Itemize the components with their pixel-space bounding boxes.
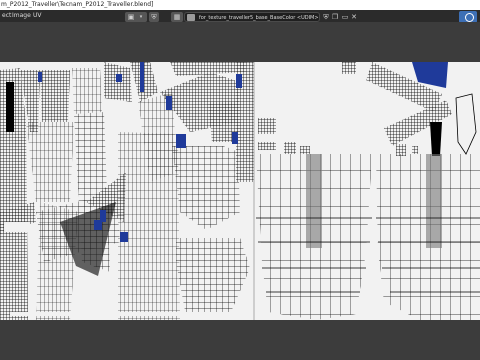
menu-item-select[interactable]: ect <box>2 10 11 22</box>
uv-editor-canvas[interactable] <box>0 62 480 320</box>
uv-map <box>0 62 480 320</box>
gizmo-icon <box>465 13 474 22</box>
menu-item-uv[interactable]: UV <box>33 10 42 22</box>
shield-icon: ⛨ <box>151 13 157 21</box>
open-folder-icon[interactable]: ▭ <box>341 13 349 21</box>
close-icon[interactable]: ✕ <box>350 13 358 21</box>
status-region <box>0 320 480 360</box>
chevron-down-icon: ▾ <box>139 14 143 20</box>
window-title: m_P2012_Traveller\Tecnam_P2012_Traveller… <box>1 1 154 8</box>
view-icon: ▣ <box>127 13 135 21</box>
image-icon <box>187 14 195 21</box>
fake-user-icon[interactable]: ⛨ <box>322 13 330 21</box>
menu-item-image[interactable]: Image <box>12 10 31 22</box>
toolbar-region <box>0 22 480 62</box>
uv-islands-right <box>256 62 480 320</box>
image-name-field[interactable]: for_texture_traveller5_base_BaseColor <U… <box>184 12 320 22</box>
uv-islands-left <box>0 62 254 320</box>
new-image-icon[interactable]: ❐ <box>331 13 339 21</box>
image-icon: ▦ <box>173 13 181 21</box>
window-titlebar: m_P2012_Traveller\Tecnam_P2012_Traveller… <box>0 0 480 10</box>
